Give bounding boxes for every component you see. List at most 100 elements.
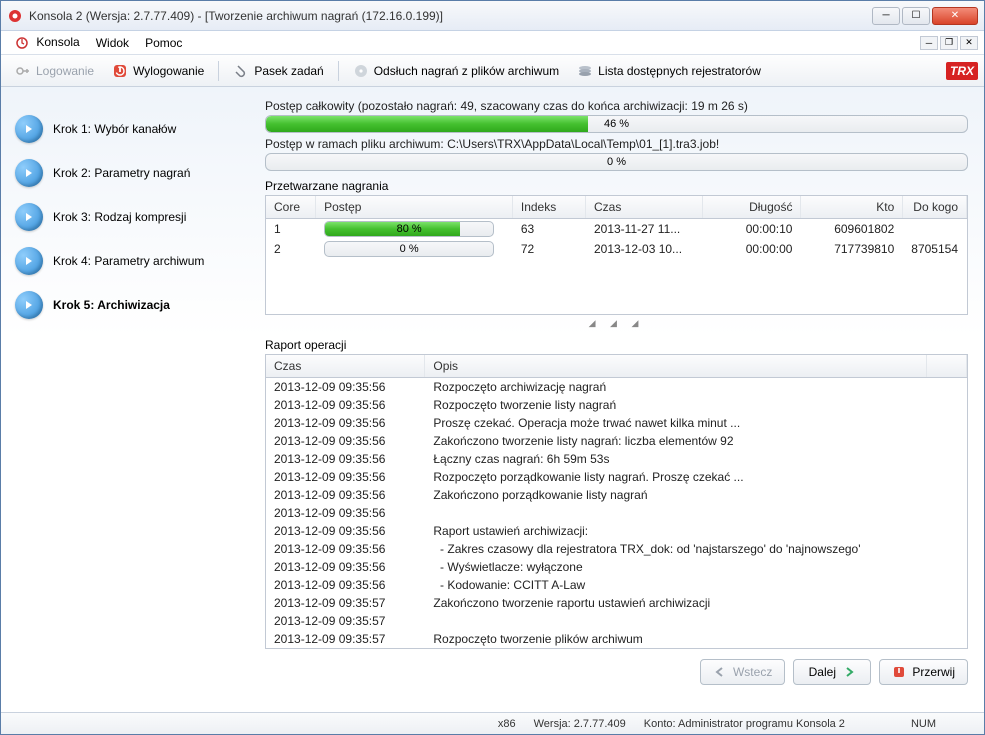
- status-version: Wersja: 2.7.77.409: [534, 718, 626, 730]
- arrow-right-icon: [15, 203, 43, 231]
- report-table[interactable]: Czas Opis 2013-12-09 09:35:56Rozpoczęto …: [265, 354, 968, 649]
- close-button[interactable]: ✕: [932, 7, 978, 25]
- maximize-button[interactable]: ☐: [902, 7, 930, 25]
- row-progress-bar: 80 %: [324, 221, 494, 237]
- back-label: Wstecz: [733, 665, 772, 679]
- status-arch: x86: [498, 718, 516, 730]
- key-icon: [15, 63, 31, 79]
- menu-widok-label: Widok: [96, 36, 129, 50]
- stop-icon: [892, 665, 906, 679]
- disc-icon: [353, 63, 369, 79]
- table-row[interactable]: 2013-12-09 09:35:56Rozpoczęto porządkowa…: [266, 468, 967, 486]
- table-row[interactable]: 2013-12-09 09:35:56 - Zakres czasowy dla…: [266, 540, 967, 558]
- overall-progress-text: 46 %: [266, 116, 967, 132]
- arrow-right-icon: [15, 291, 43, 319]
- status-num: NUM: [911, 718, 936, 730]
- status-account: Konto: Administrator programu Konsola 2: [644, 718, 845, 730]
- menu-konsola-label: Konsola: [36, 35, 79, 49]
- arrow-right-icon: [842, 665, 856, 679]
- col-czas[interactable]: Czas: [585, 196, 702, 219]
- window-title: Konsola 2 (Wersja: 2.7.77.409) - [Tworze…: [29, 9, 872, 23]
- table-row[interactable]: 2013-12-09 09:35:57Zakończono tworzenie …: [266, 594, 967, 612]
- menu-widok[interactable]: Widok: [88, 34, 137, 52]
- step-label: Krok 4: Parametry archiwum: [53, 254, 204, 268]
- titlebar[interactable]: Konsola 2 (Wersja: 2.7.77.409) - [Tworze…: [1, 1, 984, 31]
- taskbar-label: Pasek zadań: [254, 64, 323, 78]
- trx-logo: TRX: [946, 62, 978, 80]
- table-row[interactable]: 20 %722013-12-03 10...00:00:007177398108…: [266, 239, 967, 259]
- back-button: Wstecz: [700, 659, 785, 685]
- recorders-list-button[interactable]: Lista dostępnych rejestratorów: [569, 60, 769, 82]
- file-progress-label: Postęp w ramach pliku archiwum: C:\Users…: [265, 137, 968, 151]
- file-progress-bar: 0 %: [265, 153, 968, 171]
- menu-konsola[interactable]: Konsola: [7, 33, 88, 52]
- wizard-steps: Krok 1: Wybór kanałów Krok 2: Parametry …: [1, 87, 261, 712]
- arrow-right-icon: [15, 159, 43, 187]
- logout-label: Wylogowanie: [133, 64, 204, 78]
- clip-icon: [233, 63, 249, 79]
- col-postep[interactable]: Postęp: [316, 196, 513, 219]
- next-button[interactable]: Dalej: [793, 659, 871, 685]
- col-report-empty[interactable]: [927, 355, 967, 378]
- content-area: Krok 1: Wybór kanałów Krok 2: Parametry …: [1, 87, 984, 712]
- step-label: Krok 2: Parametry nagrań: [53, 166, 190, 180]
- logout-button[interactable]: Wylogowanie: [104, 60, 212, 82]
- statusbar: x86 Wersja: 2.7.77.409 Konto: Administra…: [1, 712, 984, 734]
- app-window: Konsola 2 (Wersja: 2.7.77.409) - [Tworze…: [0, 0, 985, 735]
- login-label: Logowanie: [36, 64, 94, 78]
- table-row[interactable]: 2013-12-09 09:35:57: [266, 612, 967, 630]
- arrow-right-icon: [15, 247, 43, 275]
- overall-progress-bar: 46 %: [265, 115, 968, 133]
- abort-button[interactable]: Przerwij: [879, 659, 968, 685]
- table-row[interactable]: 2013-12-09 09:35:56 - Wyświetlacze: wyłą…: [266, 558, 967, 576]
- step-archive-params[interactable]: Krok 4: Parametry archiwum: [15, 239, 257, 283]
- main-panel: Postęp całkowity (pozostało nagrań: 49, …: [261, 87, 984, 712]
- recordings-title: Przetwarzane nagrania: [265, 179, 968, 193]
- splitter-gripper[interactable]: ◢ ◢ ◢: [265, 315, 968, 330]
- table-row[interactable]: 2013-12-09 09:35:56 - Kodowanie: CCITT A…: [266, 576, 967, 594]
- col-indeks[interactable]: Indeks: [512, 196, 585, 219]
- file-progress-text: 0 %: [266, 154, 967, 170]
- mdi-restore-button[interactable]: ❐: [940, 36, 958, 50]
- table-row[interactable]: 2013-12-09 09:35:56Łączny czas nagrań: 6…: [266, 450, 967, 468]
- col-report-opis[interactable]: Opis: [425, 355, 927, 378]
- table-row[interactable]: 2013-12-09 09:35:56Zakończono tworzenie …: [266, 432, 967, 450]
- table-row[interactable]: 2013-12-09 09:35:56Raport ustawień archi…: [266, 522, 967, 540]
- step-compression[interactable]: Krok 3: Rodzaj kompresji: [15, 195, 257, 239]
- arrow-right-icon: [15, 115, 43, 143]
- next-label: Dalej: [809, 665, 836, 679]
- table-row[interactable]: 2013-12-09 09:35:56Proszę czekać. Operac…: [266, 414, 967, 432]
- mdi-close-button[interactable]: ✕: [960, 36, 978, 50]
- col-dlugosc[interactable]: Długość: [702, 196, 800, 219]
- table-row[interactable]: 2013-12-09 09:35:57Rozpoczęto tworzenie …: [266, 630, 967, 648]
- col-kto[interactable]: Kto: [801, 196, 903, 219]
- wizard-buttons: Wstecz Dalej Przerwij: [265, 649, 968, 685]
- col-report-czas[interactable]: Czas: [266, 355, 425, 378]
- konsola-icon: [15, 36, 29, 50]
- col-core[interactable]: Core: [266, 196, 316, 219]
- step-channels[interactable]: Krok 1: Wybór kanałów: [15, 107, 257, 151]
- menu-pomoc[interactable]: Pomoc: [137, 34, 190, 52]
- table-row[interactable]: 2013-12-09 09:35:56Zakończono porządkowa…: [266, 486, 967, 504]
- archive-listen-button[interactable]: Odsłuch nagrań z plików archiwum: [345, 60, 567, 82]
- report-title: Raport operacji: [265, 338, 968, 352]
- menubar: Konsola Widok Pomoc ─ ❐ ✕: [1, 31, 984, 55]
- table-row[interactable]: 2013-12-09 09:35:56Rozpoczęto tworzenie …: [266, 396, 967, 414]
- col-dokogo[interactable]: Do kogo: [903, 196, 967, 219]
- logout-icon: [112, 63, 128, 79]
- recorders-list-label: Lista dostępnych rejestratorów: [598, 64, 761, 78]
- mdi-minimize-button[interactable]: ─: [920, 36, 938, 50]
- table-row[interactable]: 2013-12-09 09:35:56Rozpoczęto archiwizac…: [266, 378, 967, 397]
- table-row[interactable]: 180 %632013-11-27 11...00:00:10609601802: [266, 219, 967, 240]
- step-archiving[interactable]: Krok 5: Archiwizacja: [15, 283, 257, 327]
- step-label: Krok 1: Wybór kanałów: [53, 122, 176, 136]
- step-label: Krok 5: Archiwizacja: [53, 298, 170, 312]
- taskbar-button[interactable]: Pasek zadań: [225, 60, 331, 82]
- table-row[interactable]: 2013-12-09 09:35:56: [266, 504, 967, 522]
- minimize-button[interactable]: ─: [872, 7, 900, 25]
- step-recording-params[interactable]: Krok 2: Parametry nagrań: [15, 151, 257, 195]
- toolbar: Logowanie Wylogowanie Pasek zadań Odsłuc…: [1, 55, 984, 87]
- row-progress-bar: 0 %: [324, 241, 494, 257]
- abort-label: Przerwij: [912, 665, 955, 679]
- recordings-table[interactable]: Core Postęp Indeks Czas Długość Kto Do k…: [265, 195, 968, 315]
